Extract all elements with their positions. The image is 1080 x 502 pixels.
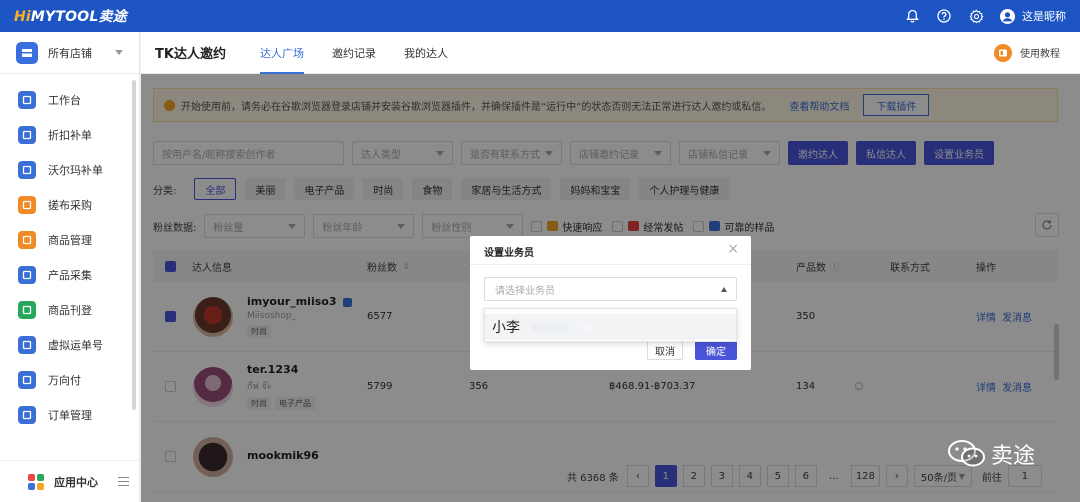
- tab-talent-square[interactable]: 达人广场: [259, 32, 304, 74]
- user-icon: [1000, 8, 1015, 24]
- close-icon[interactable]: ×: [727, 242, 739, 256]
- sidebar-item-label: 订单管理: [48, 408, 92, 422]
- gear-icon[interactable]: [968, 8, 984, 24]
- help-icon[interactable]: [936, 8, 952, 24]
- box-icon: [18, 230, 36, 249]
- wechat-icon: [948, 440, 985, 467]
- discount-icon: [18, 125, 36, 144]
- sidebar-item-4[interactable]: 商品管理: [0, 222, 139, 257]
- sidebar-item-7[interactable]: 虚拟运单号: [0, 327, 139, 362]
- dialog-title: 设置业务员: [484, 248, 534, 259]
- sidebar-item-2[interactable]: 沃尔玛补单: [0, 152, 139, 187]
- app-center[interactable]: 应用中心: [0, 460, 139, 502]
- chevron-down-icon: [115, 50, 123, 55]
- store-icon: [16, 41, 38, 64]
- salesperson-select[interactable]: 请选择业务员: [484, 277, 737, 301]
- divider: [470, 264, 751, 265]
- user-name: 这是昵称: [1022, 10, 1066, 23]
- tab-invite-records[interactable]: 邀约记录: [332, 32, 376, 74]
- sidebar-item-9[interactable]: 订单管理: [0, 397, 139, 432]
- sidebar-menu: 工作台折扣补单沃尔玛补单搓布采购商品管理产品采集商品刊登虚拟运单号万向付订单管理: [0, 74, 139, 432]
- cancel-button[interactable]: 取消: [647, 340, 683, 360]
- sidebar-item-1[interactable]: 折扣补单: [0, 117, 139, 152]
- user-menu[interactable]: 这是昵称: [1000, 8, 1066, 24]
- sidebar-item-label: 搓布采购: [48, 198, 92, 212]
- menu-toggle-icon[interactable]: [118, 474, 129, 489]
- waybill-icon: [18, 335, 36, 354]
- apps-icon: [28, 473, 44, 490]
- page-header: TK达人邀约 达人广场 邀约记录 我的达人 使用教程: [141, 32, 1080, 74]
- sidebar-item-6[interactable]: 商品刊登: [0, 292, 139, 327]
- tab-my-talents[interactable]: 我的达人: [404, 32, 448, 74]
- help-tutorial-link[interactable]: 使用教程: [994, 43, 1060, 62]
- bell-icon[interactable]: [904, 8, 920, 24]
- redacted-area: [532, 323, 590, 331]
- sidebar-item-8[interactable]: 万向付: [0, 362, 139, 397]
- publish-icon: [18, 300, 36, 319]
- chevron-up-icon: [721, 287, 727, 292]
- sidebar-item-label: 工作台: [48, 93, 81, 107]
- store-selector[interactable]: 所有店铺: [0, 32, 139, 74]
- sidebar-item-label: 虚拟运单号: [48, 338, 103, 352]
- salesperson-dropdown: 小李: [484, 308, 737, 342]
- sidebar-item-label: 产品采集: [48, 268, 92, 282]
- sidebar-item-label: 商品管理: [48, 233, 92, 247]
- payment-icon: [18, 370, 36, 389]
- walmart-icon: [18, 160, 36, 179]
- sidebar-item-label: 沃尔玛补单: [48, 163, 103, 177]
- sidebar-item-3[interactable]: 搓布采购: [0, 187, 139, 222]
- collect-icon: [18, 265, 36, 284]
- page-title: TK达人邀约: [155, 47, 226, 62]
- sidebar-item-0[interactable]: 工作台: [0, 82, 139, 117]
- top-bar: HiMYTOOL卖途 这是昵称: [0, 0, 1080, 32]
- assign-salesperson-dialog: 设置业务员 × 请选择业务员 取消 确定: [470, 236, 751, 370]
- sidebar-item-5[interactable]: 产品采集: [0, 257, 139, 292]
- sidebar: 所有店铺 工作台折扣补单沃尔玛补单搓布采购商品管理产品采集商品刊登虚拟运单号万向…: [0, 32, 140, 502]
- watermark: 卖途: [947, 438, 1035, 470]
- confirm-button[interactable]: 确定: [695, 340, 737, 360]
- sidebar-scrollbar[interactable]: [132, 80, 136, 410]
- purchase-icon: [18, 195, 36, 214]
- sidebar-item-label: 折扣补单: [48, 128, 92, 142]
- app-logo[interactable]: HiMYTOOL卖途: [14, 6, 127, 26]
- dropdown-option[interactable]: 小李: [485, 314, 736, 340]
- sidebar-item-label: 商品刊登: [48, 303, 92, 317]
- order-icon: [18, 405, 36, 424]
- sidebar-item-label: 万向付: [48, 373, 81, 387]
- store-name: 所有店铺: [48, 46, 92, 60]
- tutorial-icon: [994, 43, 1012, 62]
- desktop-icon: [18, 90, 36, 109]
